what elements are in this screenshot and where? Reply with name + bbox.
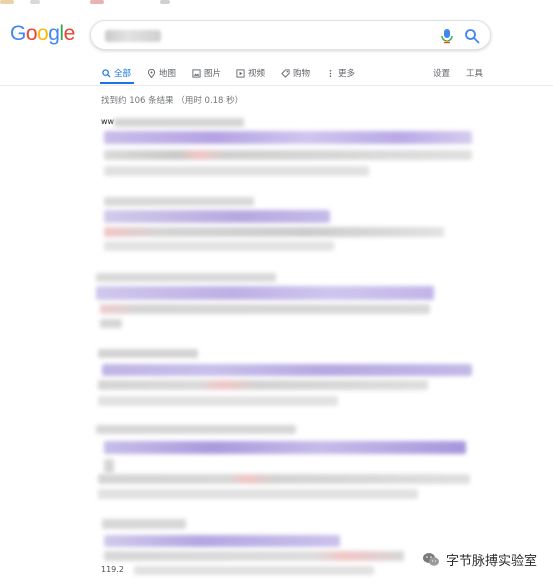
tab-label: 视频: [248, 69, 266, 79]
tab-label: 全部: [114, 69, 132, 79]
result-snippet-blurred: [98, 489, 418, 499]
result-title-blurred[interactable]: [104, 441, 466, 454]
result-snippet-blurred: [104, 551, 404, 561]
search-result[interactable]: ww: [100, 114, 480, 180]
logo-letter: G: [10, 22, 26, 45]
result-title-blurred[interactable]: [104, 535, 340, 547]
google-logo[interactable]: Google: [10, 22, 75, 50]
settings-button[interactable]: 设置: [433, 65, 450, 81]
result-title-blurred[interactable]: [104, 210, 330, 223]
result-title-blurred[interactable]: [104, 131, 472, 144]
active-tab-indicator: [100, 82, 134, 84]
map-pin-icon: [147, 68, 156, 78]
search-icon[interactable]: [464, 28, 480, 44]
result-snippet-blurred: [134, 566, 374, 575]
tab-label: 更多: [338, 69, 356, 79]
tools-label: 工具: [466, 69, 484, 79]
browser-top-strip: [0, 0, 553, 6]
result-snippet-blurred: [100, 304, 430, 314]
settings-label: 设置: [433, 69, 451, 79]
result-url-blurred: [104, 197, 254, 206]
result-snippet-blurred: [98, 380, 428, 390]
search-query-blurred: [105, 30, 161, 42]
search-input[interactable]: [90, 20, 491, 50]
result-snippet-blurred: [104, 166, 369, 176]
logo-letter: g: [48, 22, 60, 45]
search-result[interactable]: [96, 422, 480, 502]
result-stats: 找到约 106 条结果 （用时 0.18 秒）: [101, 96, 244, 106]
tab-label: 地图: [159, 69, 177, 79]
result-url-blurred: [96, 273, 276, 282]
tab-images[interactable]: 图片: [192, 65, 221, 81]
result-title-blurred[interactable]: [102, 364, 472, 376]
result-footer-text: 119.2: [101, 565, 124, 574]
result-snippet-blurred: [98, 396, 338, 406]
video-icon: [236, 68, 245, 78]
more-vert-icon: [329, 69, 332, 77]
tab-shopping[interactable]: 购物: [281, 65, 310, 81]
search-result[interactable]: [98, 346, 480, 410]
result-url-blurred: [114, 118, 244, 127]
logo-letter: o: [25, 22, 38, 45]
result-snippet-blurred: [100, 319, 122, 328]
watermark-text: 字节脉搏实验室: [446, 553, 538, 569]
result-url[interactable]: ww: [101, 117, 114, 126]
result-url-blurred: [98, 349, 198, 358]
search-result[interactable]: [96, 270, 480, 334]
result-snippet-blurred: [104, 227, 444, 237]
logo-letter: e: [63, 22, 76, 45]
result-url-blurred: [96, 425, 296, 434]
tab-more[interactable]: 更多: [326, 65, 355, 81]
search-result[interactable]: [100, 194, 480, 256]
result-snippet-blurred: [104, 150, 472, 160]
result-snippet-blurred: [104, 241, 334, 251]
tab-all[interactable]: 全部: [102, 65, 131, 81]
result-snippet-blurred: [98, 474, 470, 484]
tab-videos[interactable]: 视频: [236, 65, 265, 81]
result-url-blurred: [102, 519, 186, 529]
tools-button[interactable]: 工具: [466, 65, 483, 81]
result-thumb-blurred: [104, 459, 114, 473]
wechat-icon: [423, 552, 439, 566]
header-divider: [0, 85, 553, 86]
tag-icon: [281, 68, 290, 78]
microphone-icon[interactable]: [440, 28, 454, 44]
search-tabs: 全部 地图 图片 视频 购物 更多 设置 工具: [100, 62, 500, 84]
search-icon: [102, 68, 111, 78]
tab-maps[interactable]: 地图: [147, 65, 176, 81]
watermark: 字节脉搏实验室: [418, 548, 542, 570]
image-icon: [192, 68, 201, 78]
tab-label: 购物: [293, 69, 311, 79]
logo-letter: o: [37, 22, 49, 45]
result-title-blurred[interactable]: [96, 286, 434, 300]
tab-label: 图片: [204, 69, 222, 79]
